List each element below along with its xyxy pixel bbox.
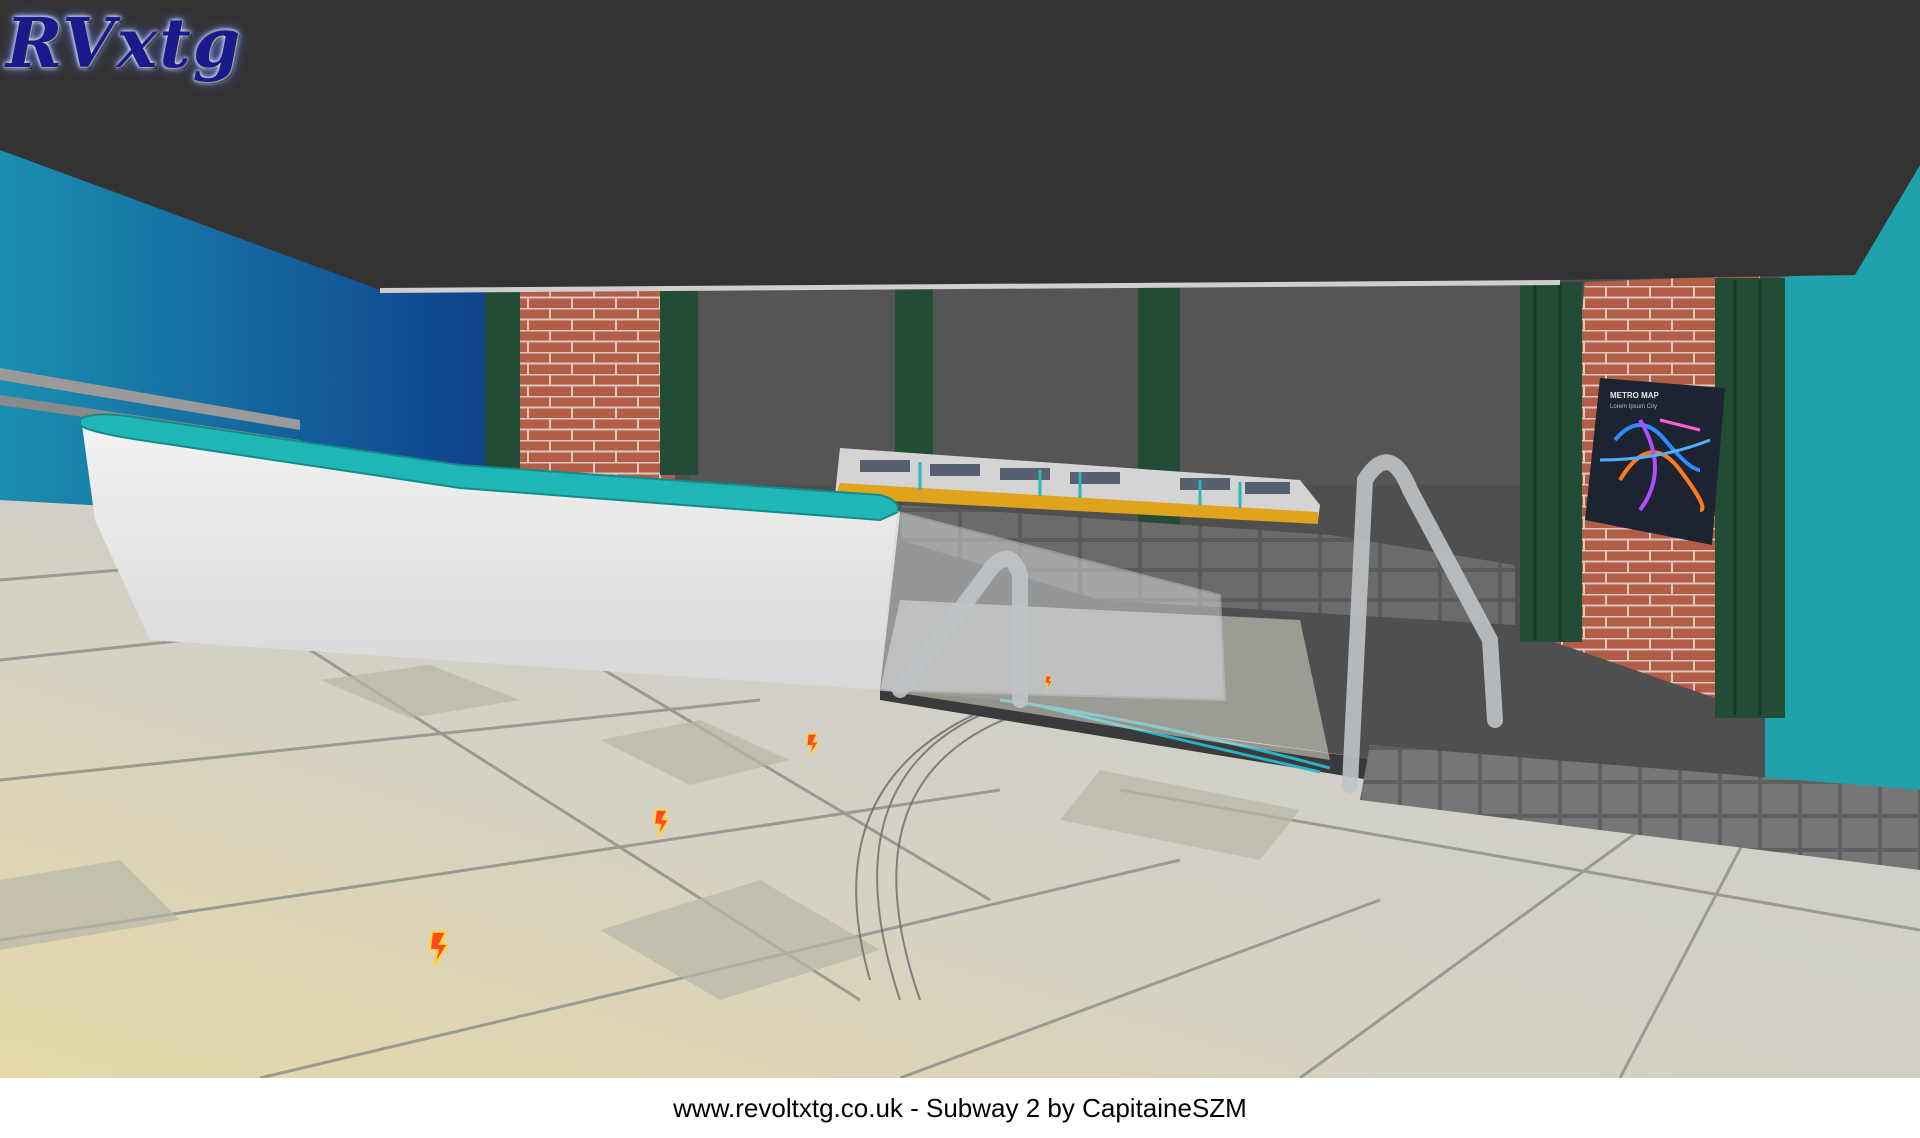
rvxtg-logo: RVxtg (6, 4, 243, 84)
poster-subtitle: Lorem Ipsum City (1610, 404, 1657, 410)
poster-title: METRO MAP (1610, 391, 1660, 400)
metro-map-poster: METRO MAP Lorem Ipsum City (1585, 378, 1725, 545)
ceiling (0, 0, 1920, 290)
brick-pillar-left (505, 285, 675, 485)
subway-scene: METRO MAP Lorem Ipsum City (0, 0, 1920, 1078)
game-viewport[interactable]: METRO MAP Lorem Ipsum City RVxtg (0, 0, 1920, 1078)
caption-text: www.revoltxtg.co.uk - Subway 2 by Capita… (673, 1092, 1247, 1123)
tunnel-opening (690, 285, 1545, 485)
caption-bar: www.revoltxtg.co.uk - Subway 2 by Capita… (0, 1078, 1920, 1138)
